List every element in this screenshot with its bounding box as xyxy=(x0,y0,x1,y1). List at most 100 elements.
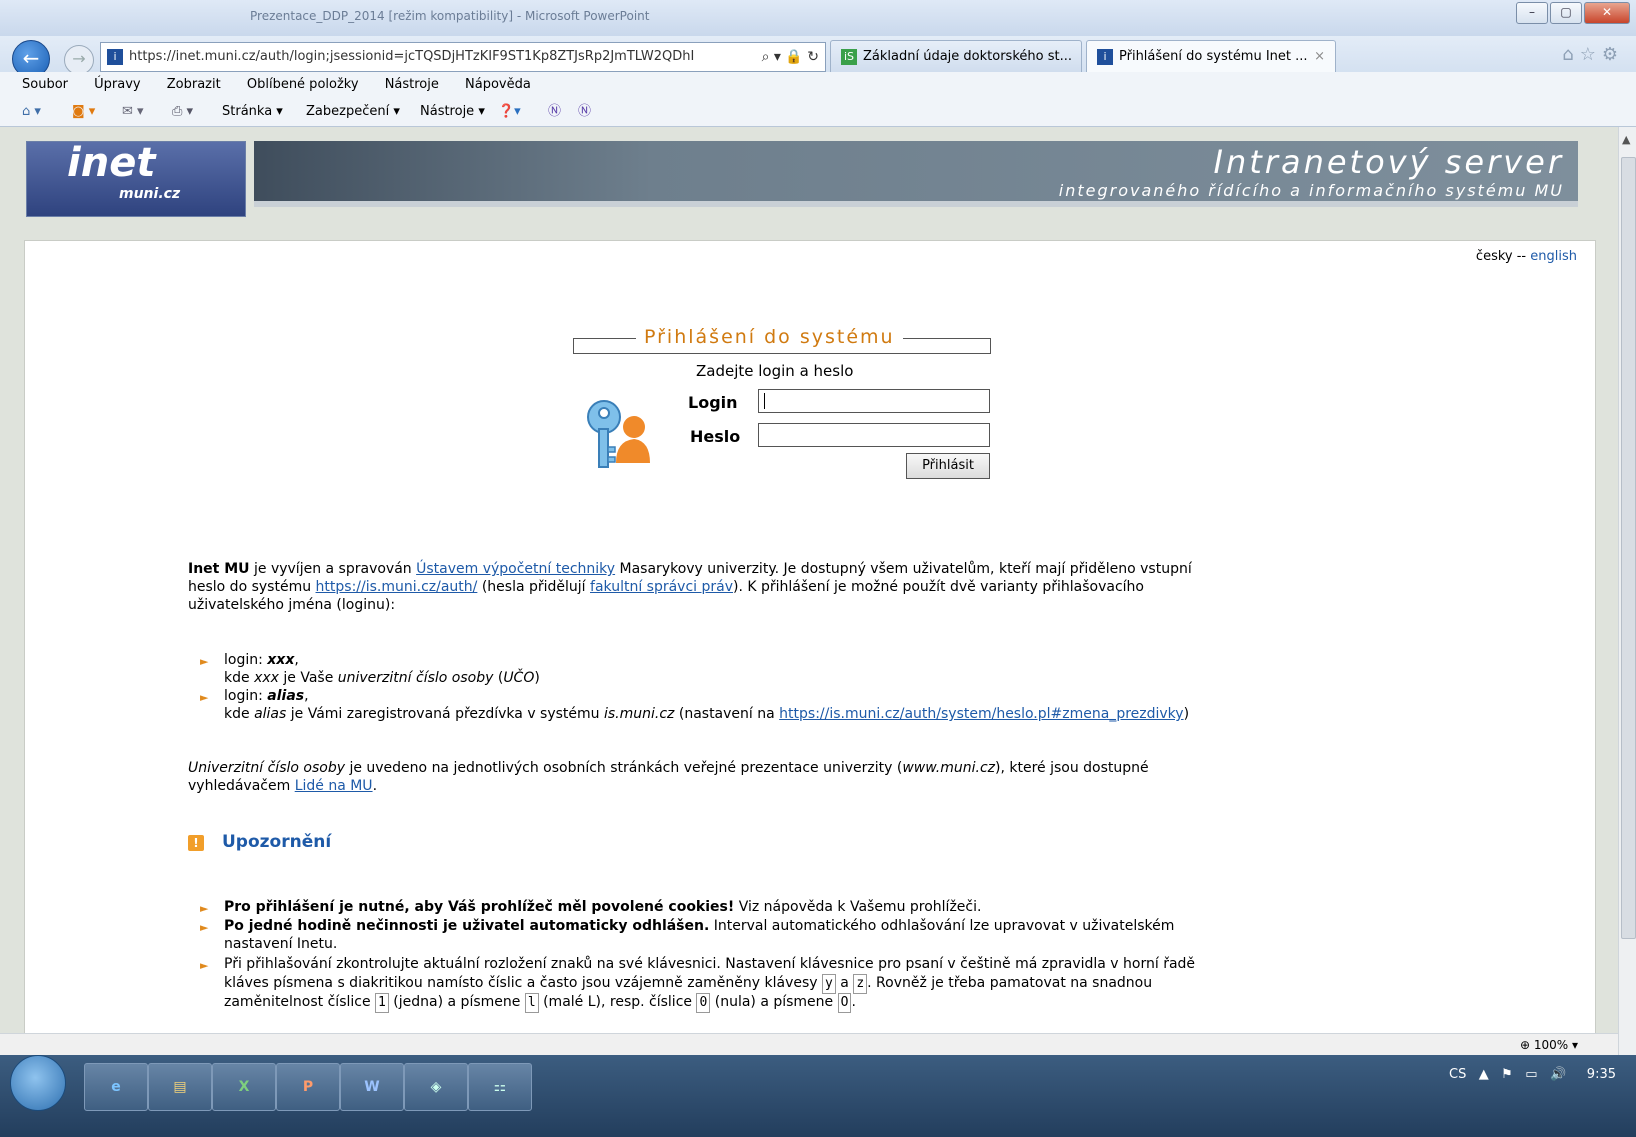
scroll-up-icon[interactable]: ▲ xyxy=(1622,133,1630,146)
menu-nastroje[interactable]: Nástroje xyxy=(385,77,439,92)
login-submit-button[interactable]: Přihlásit xyxy=(906,453,990,479)
warning-icon: ! xyxy=(188,835,204,851)
command-zabezpeceni[interactable]: Zabezpečení ▾ xyxy=(306,98,400,126)
intro-text: je vyvíjen a spravován xyxy=(249,561,417,577)
home-icon[interactable]: ⌂ xyxy=(1562,44,1579,65)
intro-text: Masarykovy univerzity. Je dostupný všem … xyxy=(615,561,1192,577)
warning-text: zaměnitelnost číslice xyxy=(224,994,376,1010)
variant-text: univerzitní číslo osoby xyxy=(337,670,494,686)
header-banner: Intranetový server integrovaného řídícíh… xyxy=(254,141,1578,201)
menu-napoveda[interactable]: Nápověda xyxy=(465,77,531,92)
powerpoint-icon[interactable]: P xyxy=(276,1063,340,1111)
link-uvt[interactable]: Ústavem výpočetní techniky xyxy=(416,561,615,577)
variant-text: , xyxy=(304,688,309,704)
address-bar[interactable]: i https://inet.muni.cz/auth/login;jsessio… xyxy=(100,42,826,72)
rss-icon[interactable]: ◙ ▾ xyxy=(72,98,95,126)
menu-soubor[interactable]: Soubor xyxy=(22,77,68,92)
address-url: https://inet.muni.cz/auth/login;jsession… xyxy=(129,49,695,64)
warning-text: a xyxy=(835,975,854,991)
start-button[interactable] xyxy=(10,1055,66,1111)
print-icon[interactable]: ⎙ ▾ xyxy=(172,98,193,126)
key-0: 0 xyxy=(696,993,711,1013)
warning-text: Interval automatického odhlašování lze u… xyxy=(709,918,1175,934)
variant-2-line-1: login: alias, xyxy=(224,687,309,705)
logo-main-text: inet xyxy=(67,140,156,186)
forward-button[interactable]: → xyxy=(64,45,94,75)
excel-icon[interactable]: X xyxy=(212,1063,276,1111)
tray-arrow-icon[interactable]: ▲ xyxy=(1479,1067,1489,1082)
lang-czech[interactable]: česky xyxy=(1476,249,1513,264)
uco-text: je uvedeno na jednotlivých osobních strá… xyxy=(345,760,903,776)
command-nastroje[interactable]: Nástroje ▾ xyxy=(420,98,485,126)
close-tab-icon[interactable]: × xyxy=(1314,41,1325,72)
warning-item-3-line-1: Při přihlašování zkontrolujte aktuální r… xyxy=(224,956,1196,972)
vertical-scrollbar[interactable]: ▲ ▼ xyxy=(1618,127,1636,1083)
menu-zobrazit[interactable]: Zobrazit xyxy=(167,77,221,92)
variant-text: alias xyxy=(254,706,287,722)
text-caret xyxy=(764,393,765,409)
volume-icon[interactable]: 🔊 xyxy=(1550,1067,1566,1082)
menu-oblibene[interactable]: Oblíbené položky xyxy=(247,77,359,92)
page-viewport: inet muni.cz Intranetový server integrov… xyxy=(0,127,1618,1083)
input-language[interactable]: CS xyxy=(1449,1067,1466,1082)
banner-subtitle: integrovaného řídícího a informačního sy… xyxy=(1058,181,1564,200)
file-explorer-icon[interactable]: ▤ xyxy=(148,1063,212,1111)
login-input[interactable] xyxy=(758,389,990,413)
variant-text: (nastavení na xyxy=(674,706,780,722)
password-input[interactable] xyxy=(758,423,990,447)
gear-icon[interactable]: ⚙ xyxy=(1602,44,1624,65)
command-stranka[interactable]: Stránka ▾ xyxy=(222,98,283,126)
uco-text: . xyxy=(372,778,378,794)
login-label: Login xyxy=(688,393,738,412)
zoom-control[interactable]: ⊕ 100% ▾ xyxy=(1520,1034,1578,1056)
warning-item-3-line-2: kláves písmena s diakritikou namísto čís… xyxy=(224,974,1152,994)
menu-upravy[interactable]: Úpravy xyxy=(94,77,140,92)
is-muni-icon: iS xyxy=(841,48,857,65)
variant-code: alias xyxy=(267,688,305,704)
home-icon[interactable]: ⌂ ▾ xyxy=(22,98,41,126)
uco-text: ), které jsou dostupné xyxy=(995,760,1149,776)
intro-bold: Inet MU xyxy=(188,561,250,577)
variant-text: UČO xyxy=(503,670,535,686)
login-prompt: Zadejte login a heslo xyxy=(696,362,854,380)
maximize-button[interactable]: ▢ xyxy=(1550,2,1582,24)
key-O: O xyxy=(837,993,852,1013)
variant-text: xxx xyxy=(254,670,279,686)
warning-text: (malé L), resp. číslice xyxy=(538,994,697,1010)
lang-english[interactable]: english xyxy=(1530,249,1577,264)
address-controls[interactable]: ⌕ ▾ 🔒 ↻ xyxy=(761,43,819,71)
link-lide-na-mu[interactable]: Lidé na MU xyxy=(295,778,373,794)
network-icon[interactable]: ▭ xyxy=(1525,1067,1537,1082)
onenote-icon[interactable]: Ⓝ xyxy=(548,98,561,126)
variant-text: ) xyxy=(534,670,540,686)
link-is-auth[interactable]: https://is.muni.cz/auth/ xyxy=(316,579,478,595)
tab-prihlaseni[interactable]: i Přihlášení do systému Inet ... × xyxy=(1086,40,1336,72)
network-app-icon[interactable]: ⚏ xyxy=(468,1063,532,1111)
inet-logo[interactable]: inet muni.cz xyxy=(26,140,246,217)
warning-text: Viz nápověda k Vašemu prohlížeči. xyxy=(734,899,982,915)
word-icon[interactable]: W xyxy=(340,1063,404,1111)
internet-explorer-icon[interactable]: e xyxy=(84,1063,148,1111)
minimize-button[interactable]: – xyxy=(1516,2,1548,24)
favorites-star-icon[interactable]: ☆ xyxy=(1580,44,1602,65)
app-icon[interactable]: ◈ xyxy=(404,1063,468,1111)
link-zmena-prezdivky[interactable]: https://is.muni.cz/auth/system/heslo.pl#… xyxy=(779,706,1183,722)
mail-icon[interactable]: ✉ ▾ xyxy=(122,98,144,126)
flag-icon[interactable]: ⚑ xyxy=(1501,1067,1513,1082)
onenote-send-icon[interactable]: Ⓝ xyxy=(578,98,591,126)
system-tray: CS ▲ ⚑ ▭ 🔊 9:35 xyxy=(1449,1067,1616,1082)
tab-label: Základní údaje doktorského st... xyxy=(863,49,1072,64)
menu-bar: Soubor Úpravy Zobrazit Oblíbené položky … xyxy=(0,72,1636,98)
scroll-thumb[interactable] xyxy=(1621,157,1636,939)
close-window-button[interactable]: ✕ xyxy=(1584,2,1630,24)
help-icon[interactable]: ❓▾ xyxy=(498,98,521,126)
key-1: 1 xyxy=(375,993,389,1013)
clock[interactable]: 9:35 xyxy=(1587,1067,1616,1082)
intro-text: heslo do systému xyxy=(188,579,316,595)
link-fakultni-spravci[interactable]: fakultní správci práv xyxy=(590,579,733,595)
tab-zakladni-udaje[interactable]: iS Základní údaje doktorského st... xyxy=(830,40,1082,72)
browser-right-icons: ⌂☆⚙ xyxy=(1562,44,1624,65)
variant-text: login: xyxy=(224,652,268,668)
intro-text: ). K přihlášení je možné použít dvě vari… xyxy=(733,579,1144,595)
zoom-level: 100% xyxy=(1533,1038,1569,1052)
